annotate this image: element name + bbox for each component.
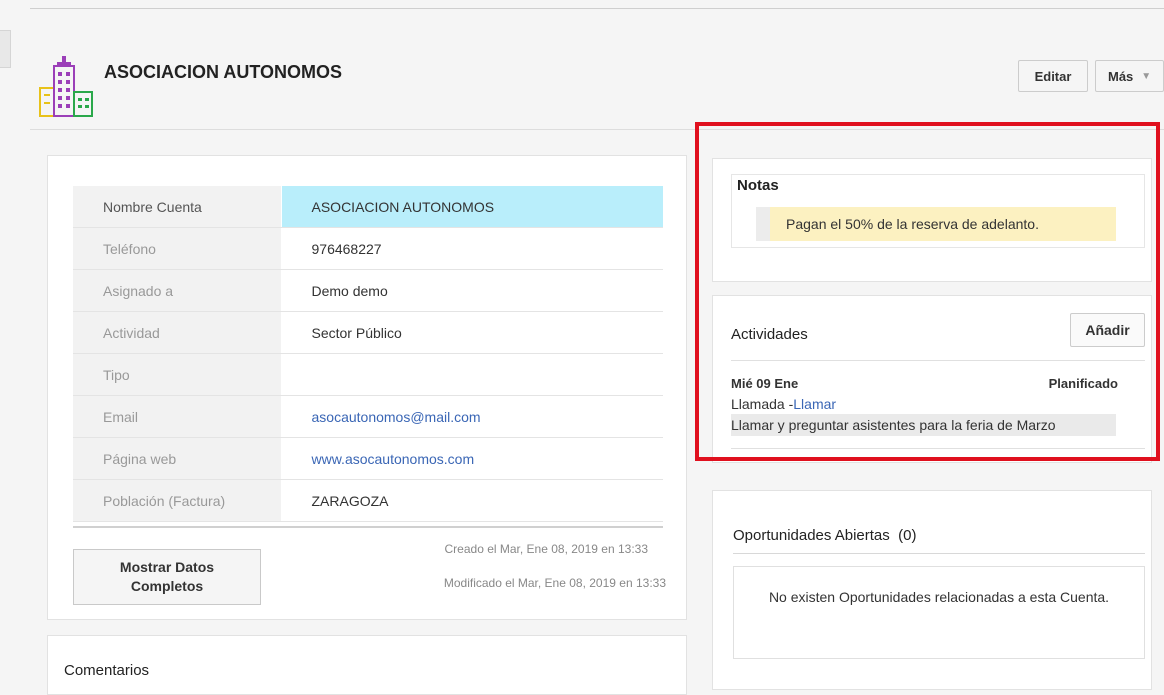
notes-box: Notas Pagan el 50% de la reserva de adel… xyxy=(731,174,1145,248)
top-divider xyxy=(30,8,1164,9)
field-value[interactable] xyxy=(281,353,663,396)
opportunities-empty-message: No existen Oportunidades relacionadas a … xyxy=(733,566,1145,659)
more-label: Más xyxy=(1108,68,1134,84)
button-label-line2: Completos xyxy=(130,578,204,594)
activity-date: Mié 09 Ene xyxy=(731,376,799,391)
opportunities-panel: Oportunidades Abiertas (0) No existen Op… xyxy=(712,490,1152,690)
field-value[interactable]: Sector Público xyxy=(281,311,663,354)
details-divider xyxy=(73,526,663,528)
activity-status: Planificado xyxy=(1048,376,1118,391)
activities-title: Actividades xyxy=(731,326,808,343)
field-label: Teléfono xyxy=(73,227,282,270)
more-dropdown-button[interactable]: Más ▼ xyxy=(1095,60,1164,92)
header-divider xyxy=(30,129,1164,130)
field-label: Nombre Cuenta xyxy=(73,186,282,228)
table-row: Actividad Sector Público xyxy=(73,311,663,354)
account-details-panel: Nombre Cuenta ASOCIACION AUTONOMOS Teléf… xyxy=(47,155,687,620)
account-details-table: Nombre Cuenta ASOCIACION AUTONOMOS Teléf… xyxy=(73,186,663,522)
field-label: Población (Factura) xyxy=(73,479,282,522)
field-label: Página web xyxy=(73,437,282,480)
sidebar-toggle[interactable] xyxy=(0,30,11,68)
page-title: ASOCIACION AUTONOMOS xyxy=(104,62,343,82)
activity-type: Llamada -Llamar xyxy=(731,396,836,412)
field-label: Email xyxy=(73,395,282,438)
table-row: Población (Factura) ZARAGOZA xyxy=(73,479,663,522)
activity-link[interactable]: Llamar xyxy=(793,396,836,412)
table-row: Asignado a Demo demo xyxy=(73,269,663,312)
activities-panel: Actividades Añadir Mié 09 Ene Planificad… xyxy=(712,295,1152,463)
table-row: Página web www.asocautonomos.com xyxy=(73,437,663,480)
website-link[interactable]: www.asocautonomos.com xyxy=(281,437,663,480)
opportunities-divider xyxy=(733,553,1145,554)
created-timestamp: Creado el Mar, Ene 08, 2019 en 13:33 xyxy=(444,542,648,556)
note-item[interactable]: Pagan el 50% de la reserva de adelanto. xyxy=(756,207,1116,241)
activities-divider xyxy=(731,360,1145,361)
table-row: Email asocautonomos@mail.com xyxy=(73,395,663,438)
opportunities-title: Oportunidades Abiertas (0) xyxy=(733,527,917,544)
table-row: Teléfono 976468227 xyxy=(73,227,663,270)
field-value[interactable]: 976468227 xyxy=(281,227,663,270)
comments-title: Comentarios xyxy=(64,662,150,679)
add-activity-button[interactable]: Añadir xyxy=(1070,313,1145,347)
activity-description: Llamar y preguntar asistentes para la fe… xyxy=(731,414,1116,436)
show-full-data-button[interactable]: Mostrar Datos Completos xyxy=(73,549,261,605)
activity-type-label: Llamada - xyxy=(731,396,794,412)
field-value[interactable]: ASOCIACION AUTONOMOS xyxy=(281,186,663,228)
field-label: Asignado a xyxy=(73,269,282,312)
modified-timestamp: Modificado el Mar, Ene 08, 2019 en 13:33 xyxy=(443,576,666,590)
edit-button[interactable]: Editar xyxy=(1018,60,1088,92)
notes-panel: Notas Pagan el 50% de la reserva de adel… xyxy=(712,158,1152,282)
button-label-line1: Mostrar Datos xyxy=(119,559,215,575)
notes-title: Notas xyxy=(737,177,779,194)
email-link[interactable]: asocautonomos@mail.com xyxy=(281,395,663,438)
caret-down-icon: ▼ xyxy=(1141,70,1152,82)
table-row: Nombre Cuenta ASOCIACION AUTONOMOS xyxy=(73,186,663,228)
field-value[interactable]: ZARAGOZA xyxy=(281,479,663,522)
buildings-icon xyxy=(39,56,93,117)
record-header: ASOCIACION AUTONOMOS xyxy=(30,40,1164,130)
field-label: Tipo xyxy=(73,353,282,396)
activities-bottom-divider xyxy=(731,448,1145,449)
field-label: Actividad xyxy=(73,311,282,354)
comments-panel: Comentarios xyxy=(47,635,687,695)
table-row: Tipo xyxy=(73,353,663,396)
field-value[interactable]: Demo demo xyxy=(281,269,663,312)
